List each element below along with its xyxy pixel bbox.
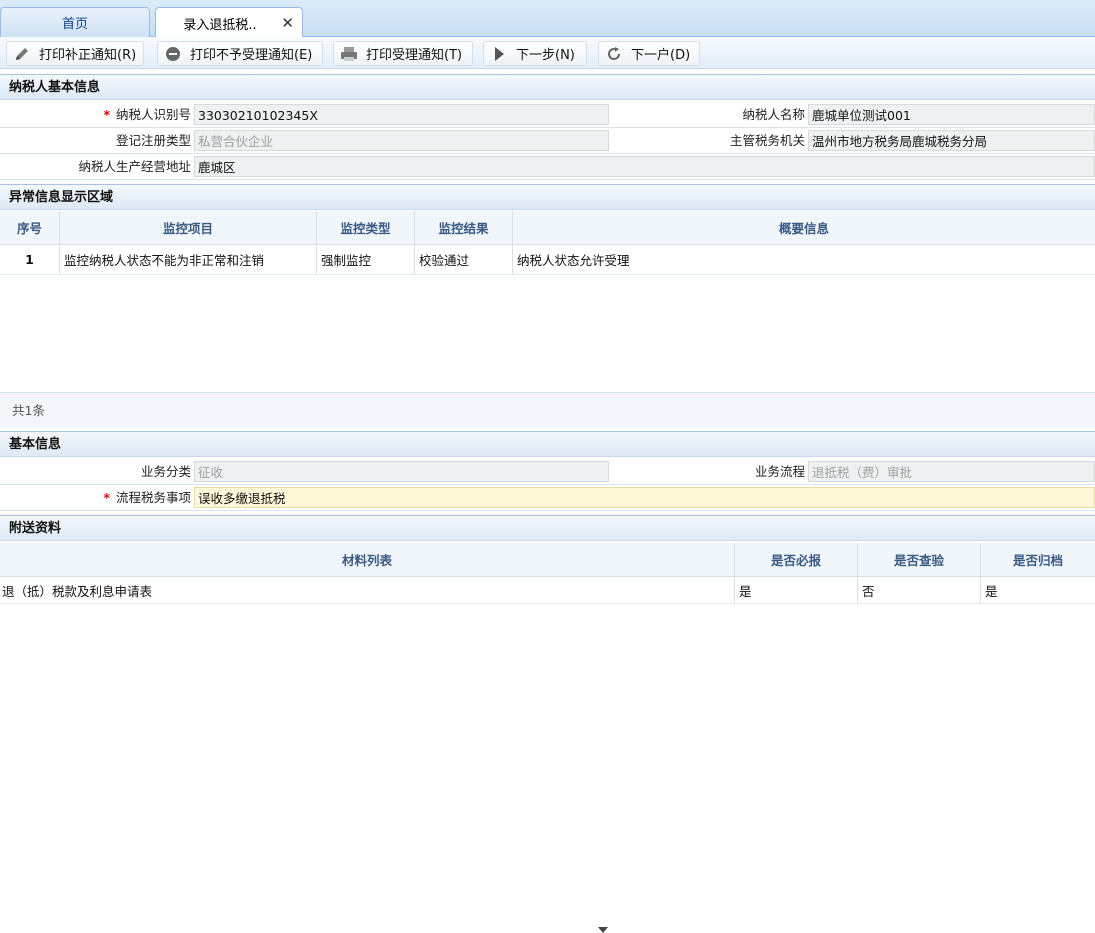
- address-field[interactable]: 鹿城区: [194, 156, 1095, 177]
- cell-monitor-type: 强制监控: [317, 245, 415, 274]
- flow-label: 业务流程: [754, 464, 805, 479]
- refresh-icon: [605, 45, 623, 63]
- matter-label-wrap: * 流程税务事项: [0, 485, 191, 510]
- cell-index: 1: [0, 245, 60, 274]
- attachments-section-header: 附送资料: [0, 515, 1095, 541]
- cell-material: 退（抵）税款及利息申请表: [0, 577, 735, 603]
- taxpayer-section-header: 纳税人基本信息: [0, 74, 1095, 100]
- col-monitor-item[interactable]: 监控项目: [60, 211, 317, 244]
- cell-monitor-result: 校验通过: [415, 245, 513, 274]
- cell-summary: 纳税人状态允许受理: [517, 253, 630, 268]
- pencil-icon: [13, 45, 31, 63]
- category-select[interactable]: 征收: [194, 461, 609, 482]
- taxpayer-row-3: 纳税人生产经营地址 鹿城区: [0, 154, 1095, 180]
- chevron-down-icon[interactable]: [598, 927, 608, 933]
- taxpayer-id-label: 纳税人识别号: [115, 107, 191, 122]
- taxpayer-row-1: * 纳税人识别号 33030210102345X 纳税人名称 鹿城单位测试001: [0, 102, 1095, 128]
- col-summary[interactable]: 概要信息: [513, 211, 1095, 244]
- col-monitor-type[interactable]: 监控类型: [317, 211, 415, 244]
- print-rejection-notice-button[interactable]: 打印不予受理通知(E): [157, 41, 323, 66]
- next-household-label: 下一户(D): [631, 48, 691, 63]
- close-icon[interactable]: ✕: [281, 14, 294, 32]
- basic-row-1: 业务分类 征收 业务流程 退抵税（费）审批: [0, 459, 1095, 933]
- print-rejection-notice-label: 打印不予受理通知(E): [190, 48, 313, 63]
- play-icon: [490, 45, 508, 63]
- address-label: 纳税人生产经营地址: [78, 159, 191, 174]
- cell-archived: 是: [985, 583, 998, 599]
- table-row[interactable]: 1 监控纳税人状态不能为非正常和注销 强制监控 校验通过 纳税人状态允许受理: [0, 245, 1095, 275]
- taxpayer-name-label: 纳税人名称: [742, 107, 805, 122]
- flow-field[interactable]: 退抵税（费）审批: [808, 461, 1095, 482]
- next-step-button[interactable]: 下一步(N): [483, 41, 587, 66]
- tab-refund-entry-label: 录入退抵税..: [183, 17, 257, 33]
- cell-monitor-item: 监控纳税人状态不能为非正常和注销: [60, 245, 317, 274]
- cell-required: 是: [735, 577, 858, 603]
- next-household-button[interactable]: 下一户(D): [598, 41, 700, 66]
- grid-footer-count: 共1条: [0, 392, 1095, 428]
- attachments-grid: 材料列表 是否必报 是否查验 是否归档 退（抵）税款及利息申请表 是 否 是: [0, 543, 1095, 604]
- col-material[interactable]: 材料列表: [0, 543, 735, 576]
- reg-type-value: 私营合伙企业: [198, 134, 274, 149]
- required-marker: *: [103, 107, 110, 122]
- tab-home[interactable]: 首页: [0, 7, 150, 37]
- tab-refund-entry[interactable]: 录入退抵税.. ✕: [155, 7, 303, 38]
- taxpayer-id-field[interactable]: 33030210102345X: [194, 104, 609, 125]
- reg-type-select[interactable]: 私营合伙企业: [194, 130, 609, 151]
- basic-section-header: 基本信息: [0, 431, 1095, 457]
- minus-circle-icon: [164, 45, 182, 63]
- reg-type-label: 登记注册类型: [115, 133, 191, 148]
- attachments-grid-header: 材料列表 是否必报 是否查验 是否归档: [0, 543, 1095, 577]
- col-monitor-result[interactable]: 监控结果: [415, 211, 513, 244]
- col-archived[interactable]: 是否归档: [981, 543, 1095, 576]
- print-correction-notice-button[interactable]: 打印补正通知(R): [6, 41, 144, 66]
- authority-field[interactable]: 温州市地方税务局鹿城税务分局: [808, 130, 1095, 151]
- basic-row-2: * 流程税务事项 误收多缴退抵税: [0, 485, 1095, 511]
- cell-verified: 否: [858, 577, 981, 603]
- col-index[interactable]: 序号: [0, 211, 60, 244]
- taxpayer-name-field[interactable]: 鹿城单位测试001: [808, 104, 1095, 125]
- tab-bar: 首页 录入退抵税.. ✕: [0, 0, 1095, 38]
- tab-home-label: 首页: [61, 17, 88, 32]
- taxpayer-id-label-wrap: * 纳税人识别号: [0, 102, 191, 127]
- category-label: 业务分类: [140, 464, 191, 479]
- toolbar: 打印补正通知(R) 打印不予受理通知(E) 打印受理通知(T) 下一步(N) 下…: [0, 37, 1095, 69]
- matter-field[interactable]: 误收多缴退抵税: [194, 487, 1095, 508]
- next-step-label: 下一步(N): [516, 48, 575, 63]
- required-marker: *: [103, 490, 110, 505]
- anomaly-section-header: 异常信息显示区域: [0, 184, 1095, 210]
- printer-icon: [340, 45, 358, 63]
- col-required[interactable]: 是否必报: [735, 543, 858, 576]
- taxpayer-row-2: 登记注册类型 私营合伙企业 主管税务机关 温州市地方税务局鹿城税务分局: [0, 128, 1095, 271]
- matter-label: 流程税务事项: [115, 490, 191, 505]
- anomaly-grid: 序号 监控项目 监控类型 监控结果 概要信息 1 监控纳税人状态不能为非正常和注…: [0, 211, 1095, 429]
- category-value: 征收: [198, 465, 224, 480]
- authority-label: 主管税务机关: [729, 133, 805, 148]
- print-correction-notice-label: 打印补正通知(R): [39, 48, 137, 63]
- anomaly-grid-header: 序号 监控项目 监控类型 监控结果 概要信息: [0, 211, 1095, 245]
- print-acceptance-notice-label: 打印受理通知(T): [366, 48, 463, 63]
- table-row[interactable]: 退（抵）税款及利息申请表 是 否 是: [0, 577, 1095, 604]
- col-verified[interactable]: 是否查验: [858, 543, 981, 576]
- print-acceptance-notice-button[interactable]: 打印受理通知(T): [333, 41, 473, 66]
